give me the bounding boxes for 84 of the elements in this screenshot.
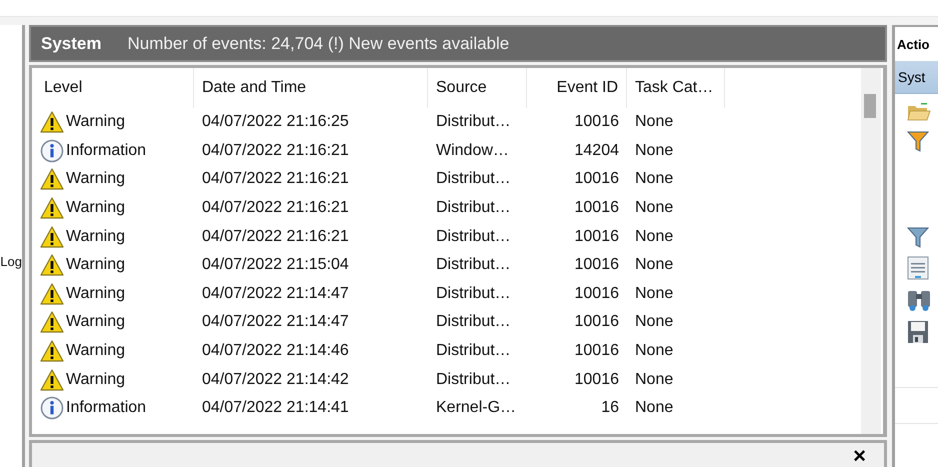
warning-icon (40, 111, 64, 134)
event-id-cell-text: 14204 (574, 140, 620, 161)
column-header[interactable]: Date and Time (194, 68, 428, 108)
task-category-cell-text: None (634, 255, 674, 276)
filter-icon[interactable] (907, 226, 929, 248)
date-time-cell-text: 04/07/2022 21:14:47 (201, 284, 350, 304)
warning-icon (40, 368, 64, 391)
warning-icon (40, 254, 64, 276)
actions-section-header[interactable]: Syst (895, 61, 938, 94)
scrollbar-track[interactable] (861, 68, 881, 434)
date-time-cell-text: 04/07/2022 21:16:21 (201, 140, 350, 161)
level-text: Warning (66, 199, 125, 218)
task-category-cell-text: None (634, 398, 674, 418)
task-category-cell-text: None (634, 169, 674, 190)
source-cell-text: Distribut… (435, 255, 512, 276)
document-icon[interactable] (907, 256, 929, 280)
scrollbar-thumb[interactable] (864, 94, 876, 118)
source-cell-text: Distribut… (435, 198, 512, 218)
folder-icon[interactable] (907, 102, 931, 122)
information-icon (40, 138, 64, 163)
source-cell-text: Distribut… (435, 341, 512, 362)
source-cell-text: Distribut… (435, 370, 512, 390)
column-header[interactable]: Source (428, 68, 527, 108)
event-id-cell-text: 10016 (574, 341, 620, 362)
event-id-cell-text: 16 (600, 398, 620, 418)
column-header[interactable]: Event ID (527, 68, 627, 108)
level-text: Warning (66, 228, 125, 246)
warning-icon (40, 340, 64, 362)
level-text: Warning (66, 342, 125, 360)
event-id-cell-text: 10016 (574, 284, 620, 304)
date-time-cell-text: 04/07/2022 21:14:47 (201, 312, 350, 332)
level-text: Warning (66, 313, 125, 332)
warning-icon (40, 226, 64, 248)
warning-icon (40, 282, 64, 305)
event-id-cell-text: 10016 (574, 370, 620, 390)
event-id-cell-text: 10016 (574, 112, 620, 132)
log-label[interactable]: Log (0, 254, 22, 269)
date-time-cell-text: 04/07/2022 21:16:21 (201, 226, 350, 247)
task-category-cell-text: None (634, 198, 674, 218)
level-text: Warning (66, 170, 125, 188)
column-header[interactable]: Task Cat… (627, 68, 725, 108)
source-cell-text: Distribut… (435, 226, 512, 247)
task-category-cell-text: None (634, 370, 674, 390)
task-category-cell-text: None (634, 112, 674, 132)
close-button[interactable]: × (853, 445, 866, 467)
event-count-text: Number of events: 24,704 (!) New events available (127, 34, 510, 54)
source-cell-text: Window… (435, 140, 510, 161)
source-cell-text: Kernel-G… (435, 398, 518, 418)
warning-icon (40, 311, 64, 334)
binoculars-icon[interactable] (907, 288, 931, 312)
event-id-cell-text: 10016 (574, 169, 620, 190)
date-time-cell-text: 04/07/2022 21:14:42 (201, 370, 350, 390)
information-icon (40, 396, 64, 420)
level-text: Warning (66, 113, 125, 132)
source-cell-text: Distribut… (435, 169, 512, 190)
source-cell-text: Distribut… (435, 112, 512, 132)
task-category-cell-text: None (634, 312, 674, 332)
date-time-cell-text: 04/07/2022 21:14:46 (201, 341, 350, 362)
date-time-cell-text: 04/07/2022 21:16:21 (201, 198, 350, 218)
source-cell-text: Distribut… (435, 284, 512, 304)
filter-icon[interactable] (907, 130, 929, 152)
source-cell-text: Distribut… (435, 312, 512, 332)
level-text: Warning (66, 370, 125, 389)
date-time-cell-text: 04/07/2022 21:16:21 (201, 169, 350, 190)
warning-icon (40, 197, 64, 220)
event-id-cell-text: 10016 (574, 198, 620, 218)
warning-icon (40, 168, 64, 190)
date-time-cell-text: 04/07/2022 21:14:41 (201, 398, 350, 418)
task-category-cell-text: None (634, 226, 674, 247)
level-text: Warning (66, 284, 125, 303)
level-text: Information (66, 142, 146, 160)
save-icon[interactable] (907, 320, 929, 344)
level-text: Information (66, 399, 146, 418)
event-id-cell-text: 10016 (574, 226, 620, 247)
column-header[interactable]: Level (36, 68, 194, 108)
task-category-cell-text: None (634, 284, 674, 304)
task-category-cell-text: None (634, 341, 674, 362)
log-title: System (41, 34, 102, 54)
date-time-cell-text: 04/07/2022 21:16:25 (201, 112, 350, 132)
level-text: Warning (66, 256, 125, 274)
task-category-cell-text: None (634, 140, 674, 161)
event-id-cell-text: 10016 (574, 312, 620, 332)
date-time-cell-text: 04/07/2022 21:15:04 (201, 255, 350, 276)
event-id-cell-text: 10016 (574, 255, 620, 276)
